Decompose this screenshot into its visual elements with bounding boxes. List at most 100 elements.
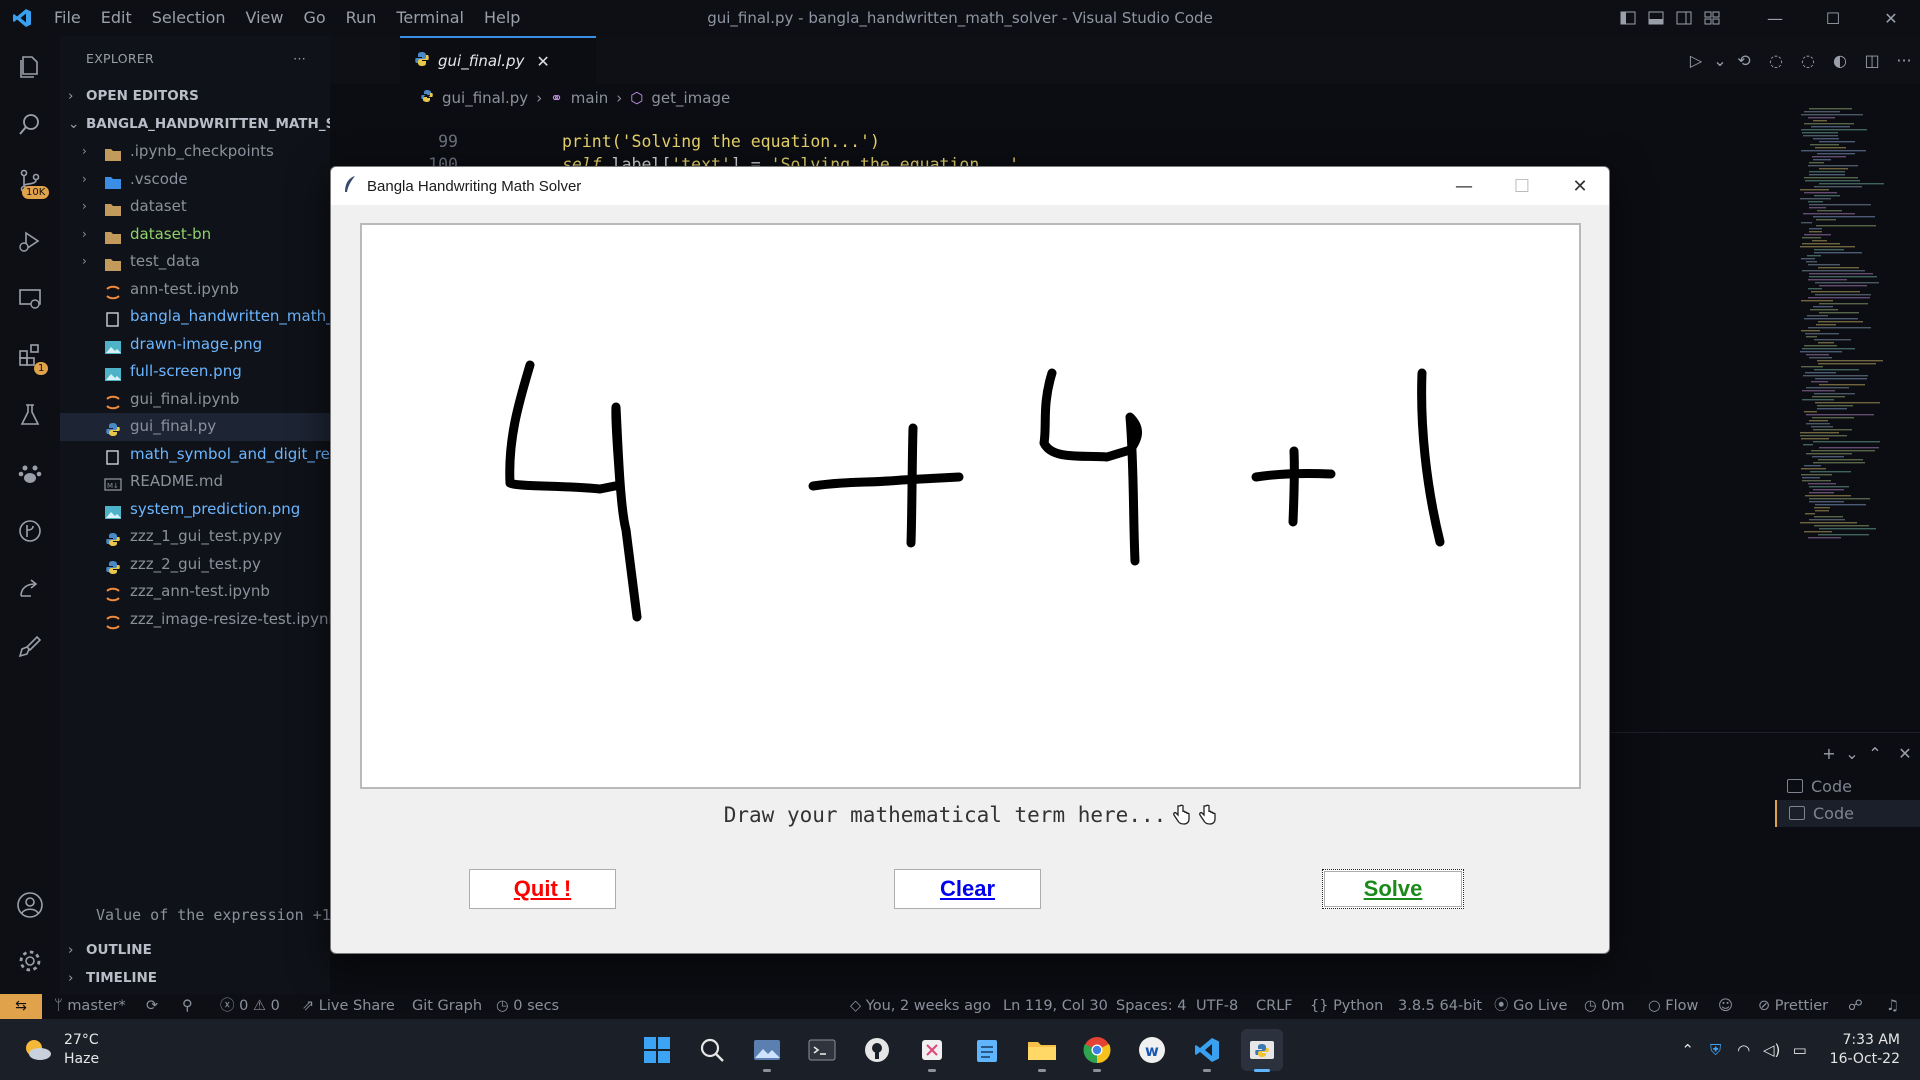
tree-file[interactable]: ann-test.ipynb [60,276,330,304]
close-panel-icon[interactable]: ✕ [1890,744,1920,763]
notifications-bell-icon[interactable]: ♫ [1886,994,1899,1019]
battery-icon[interactable]: ▭ [1786,1041,1814,1059]
run-icon[interactable]: ▷ [1680,51,1712,70]
drawing-canvas[interactable] [360,223,1581,789]
tree-folder[interactable]: › dataset-bn [60,221,330,249]
timer-status[interactable]: ◷ 0 secs [496,994,559,1019]
tree-file[interactable]: zzz_2_gui_test.py [60,551,330,579]
word-app-icon[interactable]: w [1131,1029,1173,1071]
tree-file[interactable]: gui_final.ipynb [60,386,330,414]
file-explorer-icon[interactable] [1021,1029,1063,1072]
wifi-icon[interactable]: ◠ [1730,1041,1758,1059]
git-graph-icon[interactable] [0,504,60,558]
explorer-icon[interactable] [0,40,60,94]
branch-status[interactable]: ᛘ master* [54,994,126,1019]
toggle-sidebar-icon[interactable] [1614,0,1642,36]
tree-file[interactable]: zzz_image-resize-test.ipynb [60,606,330,634]
menu-file[interactable]: File [44,0,91,36]
sync-icon[interactable]: ⟳ [146,994,158,1019]
python-app-icon[interactable] [1241,1029,1283,1072]
run-debug-icon[interactable] [0,214,60,268]
terminal-item[interactable]: Code [1775,773,1920,800]
live-share-icon[interactable] [0,562,60,616]
customize-layout-icon[interactable] [1698,0,1726,36]
tree-folder[interactable]: › .vscode [60,166,330,194]
menu-selection[interactable]: Selection [142,0,236,36]
manage-gear-icon[interactable] [0,934,60,988]
volume-icon[interactable]: ◁) [1758,1041,1786,1059]
start-windows-icon[interactable] [636,1029,678,1071]
tree-folder[interactable]: › dataset [60,193,330,221]
quit-button[interactable]: Quit ! [469,869,616,909]
tab-gui-final-py[interactable]: gui_final.py ✕ [400,36,596,84]
terminal-item-active[interactable]: Code [1775,800,1920,827]
solve-button[interactable]: Solve [1322,869,1464,909]
maximize-icon[interactable]: ☐ [1804,0,1862,36]
clock[interactable]: 7:33 AM 16-Oct-22 [1814,1031,1920,1069]
more-actions-icon[interactable]: ··· [293,36,306,82]
tree-folder[interactable]: › test_data [60,248,330,276]
menu-help[interactable]: Help [474,0,530,36]
testing-icon[interactable] [0,388,60,442]
toggle-panel-icon[interactable] [1642,0,1670,36]
split-editor-icon[interactable]: ◫ [1856,51,1888,70]
github-desktop-icon[interactable] [856,1029,898,1071]
photos-app-icon[interactable] [746,1029,788,1072]
account-icon[interactable] [0,878,60,932]
tree-file[interactable]: gui_final.py [60,413,330,441]
tree-file[interactable]: math_symbol_and_digit_rec [60,441,330,469]
feedback-icon[interactable]: ☍ [1848,994,1863,1019]
minimize-icon[interactable]: — [1746,0,1804,36]
clear-button[interactable]: Clear [894,869,1041,909]
paint-brush-icon[interactable] [0,620,60,674]
weather-widget[interactable]: 27°C Haze [22,1031,99,1069]
menu-run[interactable]: Run [336,0,387,36]
dialog-title-bar[interactable]: Bangla Handwriting Math Solver — ☐ ✕ [331,167,1609,205]
git-lens-icon[interactable]: ◐ [1824,51,1856,70]
blame-status[interactable]: ◇ You, 2 weeks ago [850,994,991,1019]
live-share-status[interactable]: ⇗ Live Share [302,994,395,1019]
paw-icon[interactable] [0,446,60,500]
time-status[interactable]: ◷ 0m [1584,994,1625,1019]
snipping-tool-icon[interactable] [911,1029,953,1072]
menu-edit[interactable]: Edit [91,0,142,36]
tree-file[interactable]: full-screen.png [60,358,330,386]
remote-explorer-icon[interactable] [0,272,60,326]
tree-file[interactable]: M↓ README.md [60,468,330,496]
problems-status[interactable]: ⓧ 0 ⚠ 0 [220,994,280,1019]
menu-go[interactable]: Go [293,0,335,36]
language-status[interactable]: {} Python [1310,994,1383,1019]
open-editors-section[interactable]: › OPEN EDITORS [60,82,330,110]
next-change-icon[interactable]: ◌ [1792,51,1824,70]
interpreter-status[interactable]: 3.8.5 64-bit [1398,994,1482,1019]
cursor-position[interactable]: Ln 119, Col 30 [1003,994,1108,1019]
show-hidden-icons-chevron-icon[interactable]: ⌃ [1674,1041,1702,1059]
eol-status[interactable]: CRLF [1256,994,1293,1019]
previous-change-icon[interactable]: ◌ [1760,51,1792,70]
go-live-status[interactable]: ⦿ Go Live [1494,994,1567,1019]
vscode-app-icon[interactable] [1186,1029,1228,1072]
source-control-icon[interactable]: 10K [0,154,60,208]
dialog-maximize-icon[interactable]: ☐ [1493,167,1551,205]
tree-folder[interactable]: › .ipynb_checkpoints [60,138,330,166]
defender-shield-icon[interactable]: ⛨ [1702,1041,1730,1059]
git-graph-status[interactable]: Git Graph [412,994,482,1019]
maximize-panel-icon[interactable]: ⌃ [1860,744,1890,763]
extensions-icon[interactable]: 1 [0,328,60,382]
toggle-secondary-sidebar-icon[interactable] [1670,0,1698,36]
remote-indicator-icon[interactable]: ⇆ [0,994,42,1019]
timeline-section[interactable]: › TIMELINE [60,964,330,992]
menu-terminal[interactable]: Terminal [386,0,474,36]
outline-section[interactable]: › OUTLINE [60,936,330,964]
tree-file[interactable]: zzz_1_gui_test.py.py [60,523,330,551]
dialog-minimize-icon[interactable]: — [1435,167,1493,205]
indentation-status[interactable]: Spaces: 4 [1116,994,1186,1019]
tree-file[interactable]: drawn-image.png [60,331,330,359]
new-terminal-icon[interactable]: + [1814,744,1844,763]
dropdown-chevron-icon[interactable]: ⌄ [1712,51,1728,70]
search-icon[interactable] [0,98,60,152]
prettier-status[interactable]: ⊘ Prettier [1758,994,1828,1019]
copilot-icon[interactable]: ☺ [1718,994,1733,1019]
notepad-app-icon[interactable] [966,1029,1008,1071]
terminal-dropdown-icon[interactable]: ⌄ [1844,744,1860,763]
